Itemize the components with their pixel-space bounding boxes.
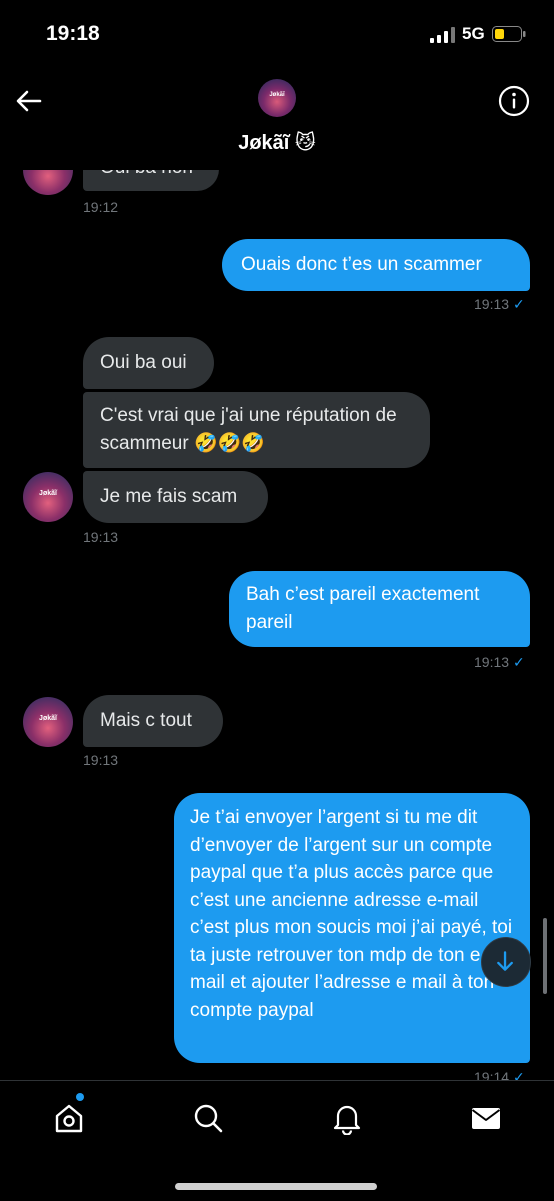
timestamp-text: 19:13	[474, 654, 510, 670]
avatar-label: Jøkãĩ	[39, 490, 57, 497]
mail-icon[interactable]	[469, 1101, 503, 1135]
avatar-label: Jøkãĩ	[269, 92, 285, 98]
timestamp-text: 19:13	[474, 296, 510, 312]
back-arrow-icon[interactable]	[14, 86, 44, 116]
contact-name[interactable]: Jøkãĩ 😼	[0, 130, 554, 155]
read-check-icon: ✓	[512, 654, 525, 670]
incoming-message[interactable]: Mais c tout	[83, 695, 223, 747]
contact-message-avatar[interactable]: Jøkãĩ	[23, 472, 73, 522]
incoming-message[interactable]: Oui ba oui	[83, 337, 214, 389]
info-icon[interactable]	[498, 85, 530, 117]
outgoing-message[interactable]: Ouais donc t’es un scammer	[222, 239, 530, 291]
read-check-icon: ✓	[512, 296, 525, 312]
incoming-message[interactable]: C'est vrai que j'ai une réputation de sc…	[83, 392, 430, 468]
outgoing-message[interactable]: Je t’ai envoyer l’argent si tu me dit d’…	[174, 793, 530, 1063]
notification-dot	[76, 1093, 84, 1101]
home-icon[interactable]	[52, 1101, 86, 1135]
home-indicator[interactable]	[175, 1183, 377, 1190]
message-timestamp: 19:13	[83, 752, 119, 768]
status-time: 19:18	[46, 22, 100, 45]
message-timestamp: 19:13 ✓	[474, 296, 525, 313]
message-timestamp: 19:12	[83, 199, 119, 215]
scrollbar[interactable]	[543, 918, 547, 994]
incoming-message[interactable]: Je me fais scam	[83, 471, 268, 523]
avatar-label: Jøkãĩ	[39, 715, 57, 722]
message-timestamp: 19:13	[83, 529, 119, 545]
network-type: 5G	[462, 24, 485, 43]
signal-icon	[430, 27, 455, 43]
conversation-header: Jøkãĩ Jøkãĩ 😼	[0, 70, 554, 170]
status-bar: 19:18 5G	[0, 0, 554, 70]
contact-avatar[interactable]: Jøkãĩ	[258, 79, 296, 117]
outgoing-message[interactable]: Bah c’est pareil exactement pareil	[229, 571, 530, 647]
arrow-down-icon	[497, 951, 513, 971]
message-timestamp: 19:13 ✓	[474, 654, 525, 671]
search-icon[interactable]	[191, 1101, 225, 1135]
battery-icon	[492, 26, 526, 42]
contact-message-avatar[interactable]: Jøkãĩ	[23, 697, 73, 747]
scroll-to-bottom-button[interactable]	[481, 937, 531, 987]
bell-icon[interactable]	[330, 1101, 364, 1135]
